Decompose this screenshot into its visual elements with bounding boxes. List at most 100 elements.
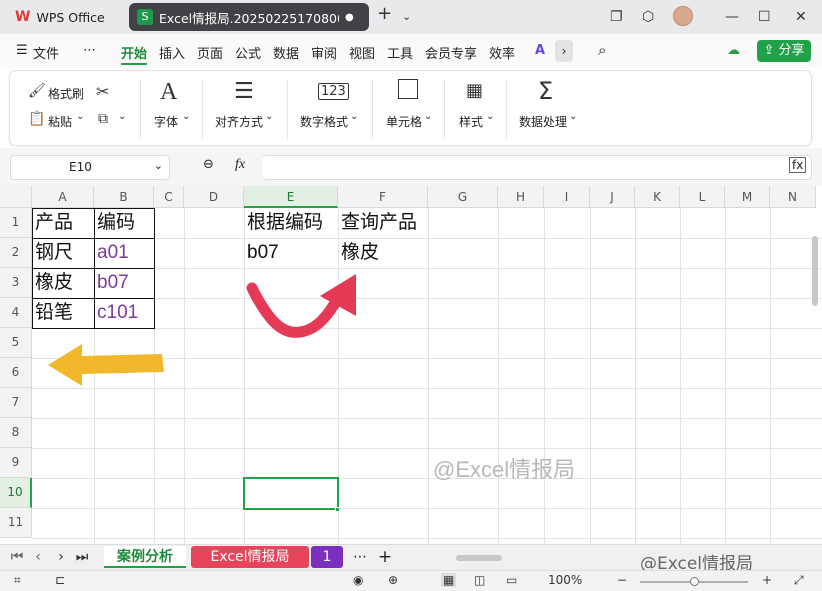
paste-chevron-icon[interactable]: ⌄ xyxy=(76,111,84,122)
data-processing-icon[interactable]: Σ xyxy=(538,77,553,105)
sheet-tab-active[interactable]: 案例分析 xyxy=(104,546,186,568)
cell-b3[interactable]: b07 xyxy=(94,268,129,298)
cell-b1[interactable]: 编码 xyxy=(94,208,135,238)
column-header-c[interactable]: C xyxy=(154,186,184,208)
fullscreen-icon[interactable]: ⤢ xyxy=(794,573,804,588)
name-box[interactable]: E10 ⌄ xyxy=(10,155,170,180)
copy-icon[interactable]: ⧉ xyxy=(98,111,108,127)
cell-b2[interactable]: a01 xyxy=(94,238,129,268)
paste-button[interactable]: 粘贴 xyxy=(48,113,72,130)
prev-sheet-icon[interactable]: ‹ xyxy=(32,546,44,568)
menu-member[interactable]: 会员专享 xyxy=(425,43,477,62)
cell-a1[interactable]: 产品 xyxy=(32,208,73,238)
menu-insert[interactable]: 插入 xyxy=(159,43,185,62)
cloud-sync-icon[interactable]: ☁ xyxy=(727,43,740,58)
menu-tools[interactable]: 工具 xyxy=(387,43,413,62)
row-header-6[interactable]: 6 xyxy=(0,358,32,388)
cell-mode-icon[interactable]: ⊏ xyxy=(55,573,65,587)
data-processing-button[interactable]: 数据处理 xyxy=(519,113,567,130)
normal-view-icon[interactable]: ▦ xyxy=(441,573,457,587)
zoom-formula-icon[interactable]: ⊖ xyxy=(203,157,214,172)
format-painter-icon[interactable]: 🖌 xyxy=(28,83,46,99)
name-box-chevron-icon[interactable]: ⌄ xyxy=(154,159,163,172)
vertical-scrollbar[interactable] xyxy=(812,236,818,306)
number-format-icon[interactable]: 123 xyxy=(318,83,349,100)
cell-a2[interactable]: 钢尺 xyxy=(32,238,73,268)
add-sheet-icon[interactable]: + xyxy=(377,546,393,568)
column-header-j[interactable]: J xyxy=(590,186,635,208)
zoom-level[interactable]: 100% xyxy=(548,573,582,587)
select-all-corner[interactable] xyxy=(0,186,32,208)
column-header-i[interactable]: I xyxy=(544,186,590,208)
tab-list-chevron-icon[interactable]: ⌄ xyxy=(402,8,411,26)
cells-button[interactable]: 单元格 xyxy=(386,113,422,130)
maximize-icon[interactable]: ☐ xyxy=(758,8,771,26)
menu-data[interactable]: 数据 xyxy=(273,43,299,62)
column-header-n[interactable]: N xyxy=(770,186,816,208)
hamburger-icon[interactable]: ☰ xyxy=(16,43,28,58)
zoom-out-icon[interactable]: − xyxy=(617,573,627,587)
number-format-chevron-icon[interactable]: ⌄ xyxy=(350,111,358,122)
font-icon[interactable]: A xyxy=(160,79,177,106)
copy-chevron-icon[interactable]: ⌄ xyxy=(118,111,126,122)
share-button[interactable]: ⇪ 分享 xyxy=(757,40,811,62)
row-header-7[interactable]: 7 xyxy=(0,388,32,418)
formula-input[interactable] xyxy=(262,155,812,180)
column-header-a[interactable]: A xyxy=(32,186,94,208)
sheet-tab[interactable]: Excel情报局 xyxy=(191,546,309,568)
cells-icon[interactable] xyxy=(398,79,418,99)
cube-icon[interactable]: ⬡ xyxy=(642,8,654,26)
close-icon[interactable]: ✕ xyxy=(795,8,807,26)
page-break-view-icon[interactable]: ▭ xyxy=(506,573,517,587)
freeze-icon[interactable]: ⊕ xyxy=(388,573,398,587)
tab-wps-office[interactable]: W WPS Office xyxy=(7,3,125,31)
ai-icon[interactable]: A xyxy=(535,43,545,58)
horizontal-scrollbar[interactable] xyxy=(456,555,502,561)
first-sheet-icon[interactable]: ⏮ xyxy=(10,546,24,568)
macro-icon[interactable]: ⌗ xyxy=(14,573,21,588)
menu-efficiency[interactable]: 效率 xyxy=(489,43,515,62)
number-format-button[interactable]: 数字格式 xyxy=(300,113,348,130)
search-icon[interactable]: ⌕ xyxy=(598,41,606,59)
row-header-9[interactable]: 9 xyxy=(0,448,32,478)
cell-e2[interactable]: b07 xyxy=(244,238,279,268)
styles-icon[interactable]: ▦ xyxy=(466,80,483,101)
next-sheet-icon[interactable]: › xyxy=(55,546,67,568)
menu-view[interactable]: 视图 xyxy=(349,43,375,62)
menu-formula[interactable]: 公式 xyxy=(235,43,261,62)
row-header-11[interactable]: 11 xyxy=(0,508,32,538)
align-chevron-icon[interactable]: ⌄ xyxy=(265,111,273,122)
menu-home[interactable]: 开始 xyxy=(121,43,147,62)
column-header-l[interactable]: L xyxy=(680,186,725,208)
align-icon[interactable]: ☰ xyxy=(234,79,254,104)
zoom-in-icon[interactable]: + xyxy=(762,573,772,587)
spreadsheet-grid[interactable]: A B C D E F G H I J K L M N 1 2 3 4 5 6 7 8 9 10 11 产品 编码 钢尺 a01 橡皮 b0… xyxy=(0,186,822,544)
restore-window-icon[interactable]: ❐ xyxy=(610,8,623,26)
fx-icon[interactable]: fx xyxy=(235,157,245,173)
cell-b4[interactable]: c101 xyxy=(94,298,138,328)
column-header-k[interactable]: K xyxy=(635,186,680,208)
paste-icon[interactable]: 📋 xyxy=(28,111,45,127)
font-chevron-icon[interactable]: ⌄ xyxy=(182,111,190,122)
row-header-10[interactable]: 10 xyxy=(0,478,32,508)
fill-handle[interactable] xyxy=(335,507,340,512)
row-header-8[interactable]: 8 xyxy=(0,418,32,448)
format-painter-button[interactable]: 格式刷 xyxy=(48,85,84,102)
page-layout-view-icon[interactable]: ◫ xyxy=(474,573,485,587)
last-sheet-icon[interactable]: ⏭ xyxy=(75,546,89,568)
zoom-slider-thumb[interactable] xyxy=(690,577,699,586)
column-header-d[interactable]: D xyxy=(184,186,244,208)
menu-review[interactable]: 审阅 xyxy=(311,43,337,62)
column-header-f[interactable]: F xyxy=(338,186,428,208)
styles-button[interactable]: 样式 xyxy=(459,113,483,130)
tab-document[interactable]: S Excel情报局.202502251708001... ● xyxy=(129,3,369,31)
align-button[interactable]: 对齐方式 xyxy=(215,113,263,130)
new-tab-plus-icon[interactable]: + xyxy=(377,5,392,23)
cell-f2[interactable]: 橡皮 xyxy=(338,238,379,268)
row-header-2[interactable]: 2 xyxy=(0,238,32,268)
row-header-4[interactable]: 4 xyxy=(0,298,32,328)
row-header-1[interactable]: 1 xyxy=(0,208,32,238)
more-sheets-icon[interactable]: ⋯ xyxy=(352,546,368,568)
selected-cell-e10[interactable] xyxy=(243,477,339,510)
avatar[interactable] xyxy=(673,6,693,26)
